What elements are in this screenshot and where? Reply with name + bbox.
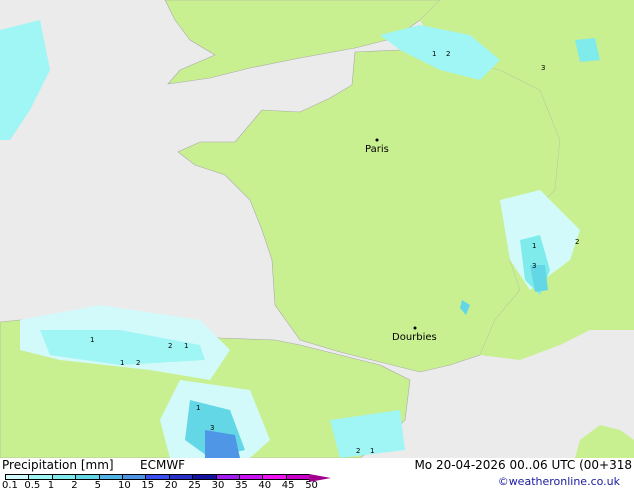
model-name: ECMWF — [140, 458, 186, 472]
legend-tick: 45 — [281, 480, 295, 491]
legend-tick: 40 — [258, 480, 272, 491]
svg-text:1: 1 — [90, 336, 94, 344]
valid-datetime: Mo 20-04-2026 00..06 UTC (00+318 — [414, 458, 632, 472]
svg-text:2: 2 — [136, 359, 140, 367]
svg-text:Paris: Paris — [365, 144, 389, 155]
legend-tick: 0.1 — [2, 480, 18, 491]
svg-text:1: 1 — [184, 342, 188, 350]
svg-text:1: 1 — [370, 447, 374, 455]
credit-link[interactable]: ©weatheronline.co.uk — [498, 475, 620, 488]
svg-text:1: 1 — [196, 404, 200, 412]
svg-text:3: 3 — [541, 64, 545, 72]
legend-tick: 5 — [94, 480, 101, 491]
legend-tick: 35 — [235, 480, 248, 491]
legend-tick: 0.5 — [24, 480, 41, 491]
legend-tick: 30 — [211, 480, 225, 491]
legend: Precipitation [mm] ECMWF Mo 20-04-2026 0… — [0, 458, 634, 491]
svg-text:2: 2 — [168, 342, 172, 350]
svg-text:3: 3 — [210, 424, 214, 432]
legend-tick: 15 — [141, 480, 155, 491]
svg-text:1: 1 — [432, 50, 436, 58]
legend-tick: 2 — [71, 480, 78, 491]
svg-text:3: 3 — [532, 262, 536, 270]
legend-tick: 20 — [164, 480, 178, 491]
svg-text:1: 1 — [532, 242, 536, 250]
svg-text:2: 2 — [446, 50, 450, 58]
svg-text:Dourbies: Dourbies — [392, 332, 437, 343]
svg-text:1: 1 — [120, 359, 124, 367]
legend-tick: 50 — [305, 480, 318, 491]
precipitation-map: 1 2 3 1 2 3 1 2 1 1 2 1 3 2 1 Paris Dour… — [0, 0, 634, 458]
svg-text:2: 2 — [356, 447, 360, 455]
svg-text:2: 2 — [575, 238, 579, 246]
legend-tick: 25 — [188, 480, 201, 491]
legend-title: Precipitation [mm] — [2, 458, 114, 472]
legend-tick: 10 — [118, 480, 131, 491]
legend-tick: 1 — [47, 480, 55, 491]
